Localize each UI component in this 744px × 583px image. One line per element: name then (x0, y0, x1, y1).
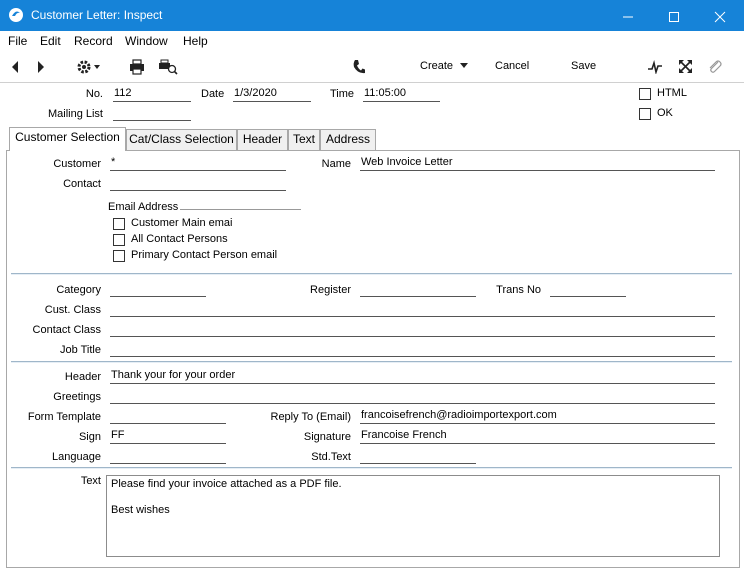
print-icon[interactable] (129, 59, 145, 75)
mailing-list-label: Mailing List (47, 108, 103, 120)
no-field[interactable]: 112 (113, 86, 191, 102)
gear-icon[interactable] (76, 59, 102, 75)
job-title-label: Job Title (60, 344, 101, 356)
section-divider (11, 361, 732, 363)
title-bar: Customer Letter: Inspect (0, 0, 744, 31)
menu-help[interactable]: Help (183, 34, 208, 48)
ok-checkbox[interactable] (639, 108, 651, 120)
minimize-icon (623, 16, 633, 18)
app-icon (9, 8, 23, 22)
reply-to-label: Reply To (Email) (270, 411, 352, 423)
cust-class-label: Cust. Class (44, 304, 101, 316)
no-label: No. (85, 88, 103, 100)
std-text-field[interactable] (360, 448, 476, 464)
time-field[interactable]: 11:05:00 (363, 86, 440, 102)
greetings-field[interactable] (110, 388, 715, 404)
print-preview-icon[interactable] (158, 59, 178, 75)
ok-label: OK (657, 107, 673, 119)
text-label: Text (80, 475, 101, 487)
trans-no-label: Trans No (496, 284, 541, 296)
language-label: Language (52, 451, 101, 463)
trans-no-field[interactable] (550, 281, 626, 297)
header-label: Header (64, 371, 101, 383)
reply-to-field[interactable]: francoisefrench@radioimportexport.com (360, 408, 715, 424)
maximize-button[interactable] (651, 0, 697, 31)
contact-field[interactable] (110, 175, 286, 191)
time-label: Time (330, 88, 355, 100)
tab-text[interactable]: Text (288, 129, 320, 150)
create-button-label: Create (420, 60, 454, 72)
category-label: Category (56, 284, 101, 296)
customer-main-email-label: Customer Main emai (131, 217, 233, 229)
minimize-button[interactable] (605, 0, 651, 31)
primary-contact-email-label: Primary Contact Person email (131, 249, 278, 261)
signature-field[interactable]: Francoise French (360, 428, 715, 444)
std-text-label: Std.Text (311, 451, 351, 463)
html-label: HTML (657, 87, 687, 99)
toolbar: Create Cancel Save (0, 51, 744, 83)
customer-field[interactable]: * (110, 155, 286, 171)
html-checkbox[interactable] (639, 88, 651, 100)
tab-header[interactable]: Header (237, 129, 288, 150)
previous-record-button[interactable] (10, 60, 20, 74)
email-address-underline (180, 209, 301, 210)
customer-label: Customer (53, 158, 101, 170)
signature-label: Signature (303, 431, 351, 443)
close-icon (714, 11, 726, 22)
chevron-down-icon (460, 63, 469, 68)
job-title-field[interactable] (110, 341, 715, 357)
name-field[interactable]: Web Invoice Letter (360, 155, 715, 171)
menu-window[interactable]: Window (125, 34, 168, 48)
header-field[interactable]: Thank your for your order (110, 368, 715, 384)
phone-icon[interactable] (352, 59, 366, 75)
expand-icon[interactable] (678, 59, 693, 74)
cancel-button[interactable]: Cancel (495, 60, 529, 72)
menu-edit[interactable]: Edit (40, 34, 61, 48)
email-address-label: Email Address (108, 201, 179, 213)
contact-class-label: Contact Class (32, 324, 101, 336)
next-record-button[interactable] (36, 60, 46, 74)
register-field[interactable] (360, 281, 476, 297)
attachment-icon[interactable] (707, 59, 723, 75)
language-field[interactable] (110, 448, 226, 464)
close-button[interactable] (697, 0, 743, 31)
tab-address[interactable]: Address (320, 129, 376, 150)
date-label: Date (201, 88, 225, 100)
form-template-field[interactable] (110, 408, 226, 424)
mailing-list-field[interactable] (113, 105, 191, 121)
category-field[interactable] (110, 281, 206, 297)
primary-contact-email-checkbox[interactable] (113, 250, 125, 262)
contact-label: Contact (63, 178, 101, 190)
window-title: Customer Letter: Inspect (31, 8, 163, 22)
all-contact-persons-label: All Contact Persons (131, 233, 228, 245)
create-button[interactable]: Create (420, 60, 469, 72)
name-label: Name (321, 158, 351, 170)
register-label: Register (310, 284, 351, 296)
activity-icon[interactable] (647, 60, 663, 74)
all-contact-persons-checkbox[interactable] (113, 234, 125, 246)
text-area[interactable]: Please find your invoice attached as a P… (106, 475, 720, 557)
menu-file[interactable]: File (8, 34, 27, 48)
cust-class-field[interactable] (110, 301, 715, 317)
maximize-icon (669, 11, 679, 22)
sign-field[interactable]: FF (110, 428, 226, 444)
save-button[interactable]: Save (571, 60, 596, 72)
tab-customer-selection[interactable]: Customer Selection (9, 127, 126, 151)
menu-record[interactable]: Record (74, 34, 113, 48)
contact-class-field[interactable] (110, 321, 715, 337)
date-field[interactable]: 1/3/2020 (233, 86, 311, 102)
section-divider (11, 467, 732, 469)
greetings-label: Greetings (53, 391, 101, 403)
tab-cat-class-selection[interactable]: Cat/Class Selection (126, 129, 237, 150)
sign-label: Sign (78, 431, 101, 443)
form-template-label: Form Template (27, 411, 101, 423)
menu-bar: File Edit Record Window Help (0, 31, 744, 51)
section-divider (11, 273, 732, 275)
customer-main-email-checkbox[interactable] (113, 218, 125, 230)
